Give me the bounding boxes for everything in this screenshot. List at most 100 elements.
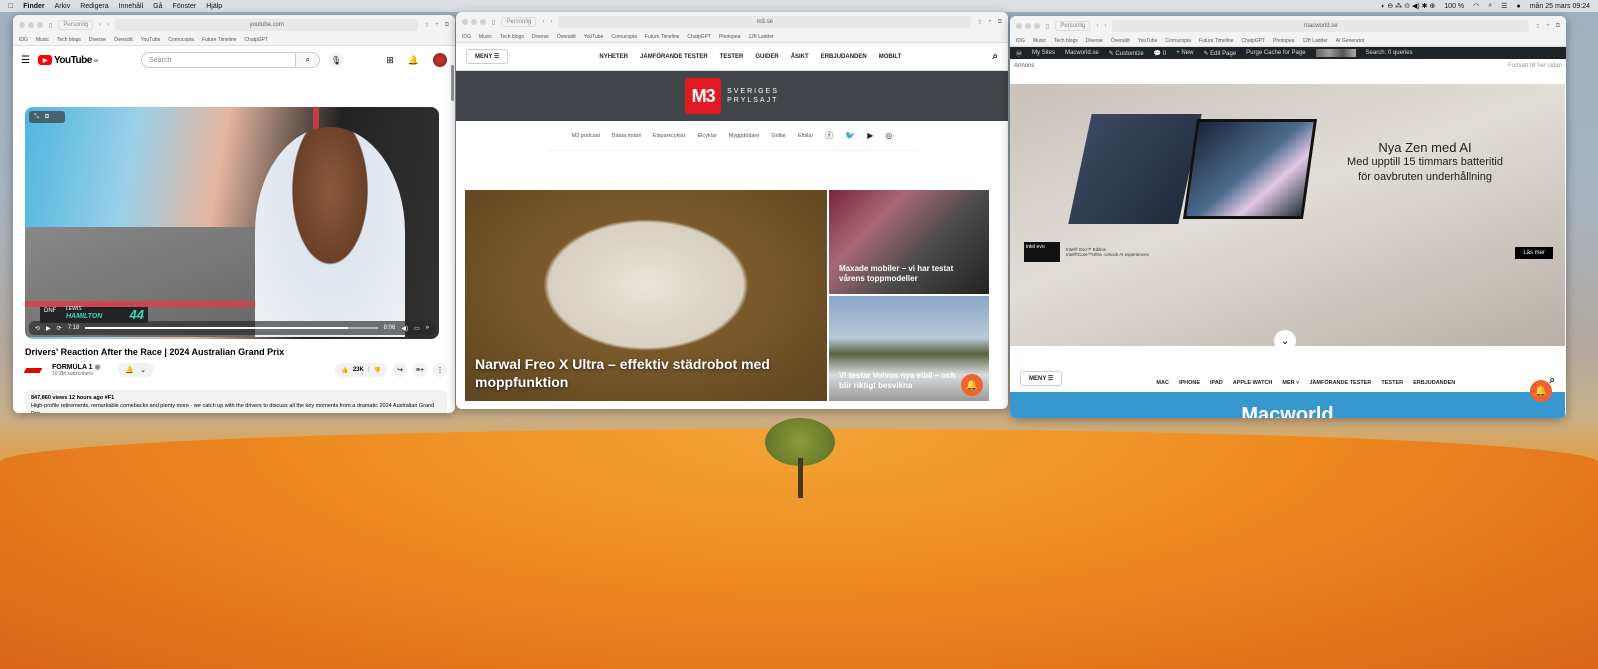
save-button[interactable]: ≡+ [413,363,427,377]
new-tab-icon[interactable]: + [1546,23,1550,29]
status-icons[interactable]: ◐ ⊖ ⁂ ⊙ ◀) ✱ ⊕ [1381,2,1435,10]
advertisement[interactable]: Nya Zen med AI Med upptill 15 timmars ba… [1010,84,1565,352]
profile-button[interactable]: Personlig [58,20,94,30]
nav-iphone[interactable]: IPHONE [1179,380,1200,386]
menu-button[interactable]: MENY ☰ [1020,371,1063,386]
youtube-icon[interactable]: ▶ [867,131,873,140]
bookmark[interactable]: Tech blogs [1054,38,1078,44]
bookmark[interactable]: Tech blogs [500,34,524,40]
back-icon[interactable]: ‹ [1096,23,1098,29]
nav-asikt[interactable]: ÅSIKT [791,54,809,60]
subnav-link[interactable]: Bästa mobil [612,133,641,139]
share-button[interactable]: ↪ [393,363,407,377]
forward-icon[interactable]: › [1104,23,1106,29]
more-button[interactable]: ⋮ [433,363,447,377]
article-card[interactable]: Narwal Freo X Ultra – effektiv städrobot… [465,190,827,401]
wp-customize[interactable]: ✎ Customize [1109,50,1144,57]
tabs-icon[interactable]: ⧉ [998,19,1002,26]
nav-guider[interactable]: GUIDER [755,54,778,60]
control-center-icon[interactable]: ☰ [1501,2,1507,10]
subscribed-button[interactable]: 🔔 ⌄ [117,363,154,377]
bookmark[interactable]: ChatpGPT [1241,38,1265,44]
video-player[interactable]: ⤡ ⧉ DNF LEWIS HAMILTON 44 ⟲ ▶ ⟳ 7:18 8:06… [25,107,439,339]
bookmark[interactable]: IDG [1016,38,1025,44]
nav-mer[interactable]: MER ˅ [1282,380,1299,386]
nav-apple-watch[interactable]: APPLE WATCH [1233,380,1273,386]
clock[interactable]: mån 25 mars 09:24 [1530,3,1590,10]
continue-link[interactable]: Fortsätt till her sidan [1508,63,1562,69]
bookmark[interactable]: IDG [19,37,28,43]
search-icon[interactable]: ⌕ [1488,2,1492,10]
notification-bell-button[interactable]: 🔔 [1530,380,1552,402]
address-bar[interactable]: youtube.com [115,19,419,31]
create-icon[interactable]: ⊞ [386,55,394,66]
menu-innehall[interactable]: Innehåll [119,3,144,10]
back-icon[interactable]: ‹ [542,19,544,25]
back-icon[interactable]: ‹ [99,22,101,28]
bookmark[interactable]: Music [1033,38,1046,44]
nav-tester[interactable]: TESTER [720,54,744,60]
sidebar-icon[interactable]: ▯ [492,19,495,26]
menu-button[interactable]: MENY ☰ [466,49,509,64]
like-button[interactable]: 👍 23K | 👎 [335,363,387,377]
instagram-icon[interactable]: ◎ [885,131,892,140]
wordpress-icon[interactable]: Ⓦ [1016,49,1022,58]
forward-icon[interactable]: › [107,22,109,28]
address-bar[interactable]: macworld.se [1112,20,1530,32]
siri-icon[interactable]: ● [1516,3,1520,10]
bookmark[interactable]: Future Timeline [1199,38,1233,44]
menu-ga[interactable]: Gå [153,3,162,10]
read-more-button[interactable]: Läs mer [1515,247,1553,259]
profile-button[interactable]: Personlig [501,17,537,27]
menu-finder[interactable]: Finder [23,3,44,10]
bookmark[interactable]: 12ft Ladder [1302,38,1327,44]
bookmark[interactable]: ChatpGPT [687,34,711,40]
address-bar[interactable]: m3.se [558,16,972,28]
bookmark[interactable]: Cornucopia [611,34,637,40]
apple-icon[interactable]:  [8,3,13,10]
subnav-link[interactable]: Elcyklar [697,133,716,139]
nav-ipad[interactable]: IPAD [1210,380,1223,386]
channel-logo[interactable] [23,367,43,373]
macworld-logo[interactable]: Macworld [1241,404,1333,418]
bookmark[interactable]: Diverse [1086,38,1103,44]
wp-my-sites[interactable]: My Sites [1032,50,1055,56]
nav-erbjudanden[interactable]: ERBJUDANDEN [1413,380,1455,386]
bookmark[interactable]: IDG [462,34,471,40]
description-box[interactable]: 847,860 views 12 hours ago #F1 High-prof… [25,390,447,413]
article-card[interactable]: Maxade mobiler – vi har testat vårens to… [829,190,989,294]
sidebar-icon[interactable]: ▯ [1046,23,1049,30]
search-button[interactable]: ⌕ [296,52,321,68]
tabs-icon[interactable]: ⧉ [445,22,449,29]
forward-icon[interactable]: › [550,19,552,25]
wp-edit-page[interactable]: ✎ Edit Page [1203,50,1236,57]
bookmark[interactable]: YouTube [1138,38,1158,44]
search-input[interactable]: Search [141,52,297,68]
nav-jamforande-tester[interactable]: JÄMFÖRANDE TESTER [1309,380,1371,386]
rewind-icon[interactable]: ⟲ [35,325,40,332]
bookmark[interactable]: ChatpGPT [244,37,268,43]
share-icon[interactable]: ⇧ [977,19,982,26]
subnav-link[interactable]: Elsparkcyklar [653,133,686,139]
twitter-icon[interactable]: 🐦 [845,131,855,140]
bookmark[interactable]: Cornucopia [168,37,194,43]
menu-redigera[interactable]: Redigera [80,3,108,10]
bookmark[interactable]: Diverse [532,34,549,40]
profile-button[interactable]: Personlig [1055,21,1091,31]
bookmark[interactable]: Cornucopia [1165,38,1191,44]
subnav-link[interactable]: Elbilar [798,133,813,139]
bookmark[interactable]: 12ft Ladder [748,34,773,40]
new-tab-icon[interactable]: + [435,22,439,28]
share-icon[interactable]: ⇧ [1535,23,1540,30]
play-icon[interactable]: ▶ [46,325,51,332]
battery-percent[interactable]: 100 % [1444,3,1464,10]
airplay-icon[interactable]: ▭ [414,325,420,332]
volume-icon[interactable]: ◀) [401,325,408,332]
bookmark[interactable]: Tech blogs [57,37,81,43]
wifi-icon[interactable]: ◠ [1473,2,1479,10]
window-controls[interactable] [1016,23,1040,29]
bookmark[interactable]: Future Timeline [202,37,236,43]
scrollbar[interactable] [451,65,454,101]
subnav-link[interactable]: Grillar [771,133,786,139]
wp-new[interactable]: + New [1176,50,1193,56]
